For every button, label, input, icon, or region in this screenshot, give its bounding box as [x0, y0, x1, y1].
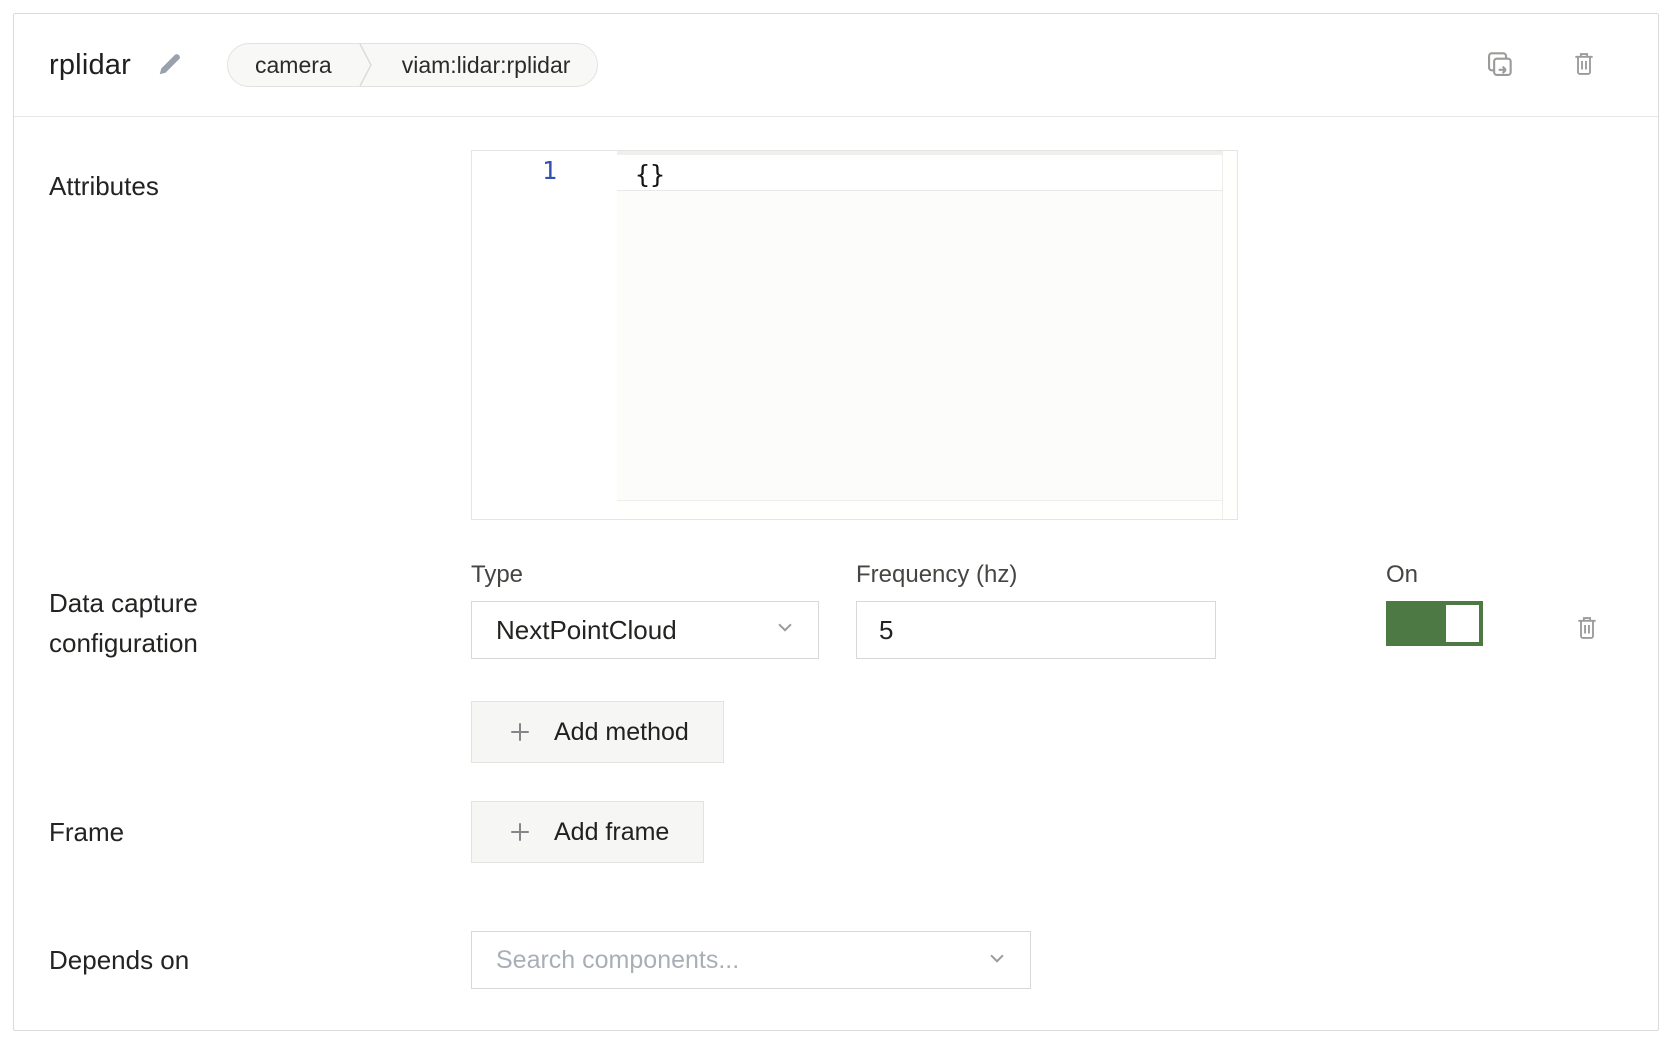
attributes-json-editor[interactable]: 1 {}	[471, 150, 1238, 520]
frame-row: Frame Add frame	[49, 801, 1623, 863]
capture-toggle-group: On	[1386, 563, 1483, 646]
capture-frequency-group: Frequency (hz)	[856, 563, 1216, 659]
delete-component-button[interactable]	[1570, 49, 1598, 82]
capture-frequency-label: Frequency (hz)	[856, 563, 1216, 587]
duplicate-button[interactable]	[1484, 48, 1516, 83]
data-capture-content: Type NextPointCloud Frequency (hz)	[471, 563, 1623, 763]
pencil-icon	[155, 49, 185, 82]
delete-capture-method-button[interactable]	[1573, 613, 1601, 646]
chip-model: viam:lidar:rplidar	[375, 44, 598, 86]
editor-code-area[interactable]: {}	[617, 151, 1237, 519]
add-method-button[interactable]: Add method	[471, 701, 724, 763]
duplicate-icon	[1484, 48, 1516, 83]
chip-subtype: camera	[228, 44, 359, 86]
data-capture-label: Data capture configuration	[49, 583, 309, 663]
plus-icon	[506, 818, 534, 846]
editor-line-number-gutter: 1	[472, 151, 617, 519]
chevron-down-icon	[984, 945, 1010, 976]
depends-on-row: Depends on	[49, 931, 1623, 989]
header-actions	[1484, 48, 1598, 83]
trash-icon	[1573, 613, 1601, 646]
add-frame-button[interactable]: Add frame	[471, 801, 704, 863]
capture-type-label: Type	[471, 563, 819, 587]
component-title: rplidar	[49, 49, 131, 82]
add-method-label: Add method	[554, 718, 689, 747]
data-capture-method-row: Type NextPointCloud Frequency (hz)	[471, 563, 1623, 659]
depends-on-label: Depends on	[49, 940, 471, 980]
data-capture-row: Data capture configuration Type NextPoin…	[49, 563, 1623, 763]
depends-on-select[interactable]	[471, 931, 1031, 989]
line-number: 1	[472, 151, 557, 191]
editor-vertical-scrollbar[interactable]	[1222, 151, 1237, 519]
chevron-separator-icon	[359, 43, 375, 87]
component-type-chip: camera viam:lidar:rplidar	[227, 43, 598, 87]
rename-button[interactable]	[155, 49, 185, 82]
capture-type-value: NextPointCloud	[496, 615, 677, 646]
attributes-label: Attributes	[49, 166, 471, 206]
trash-icon	[1570, 49, 1598, 82]
capture-frequency-input[interactable]	[856, 601, 1216, 659]
capture-type-select[interactable]: NextPointCloud	[471, 601, 819, 659]
search-components-input[interactable]	[472, 932, 984, 988]
component-header: rplidar camera viam:lidar:rplidar	[14, 14, 1658, 117]
add-frame-label: Add frame	[554, 818, 669, 847]
component-body: Attributes 1 {} Data capture configurati…	[14, 117, 1658, 1027]
component-card: rplidar camera viam:lidar:rplidar	[13, 13, 1659, 1031]
editor-active-line[interactable]: {}	[617, 151, 1237, 191]
capture-type-group: Type NextPointCloud	[471, 563, 819, 659]
frame-content: Add frame	[471, 801, 1623, 863]
plus-icon	[506, 718, 534, 746]
editor-horizontal-scrollbar[interactable]	[617, 500, 1237, 519]
frame-label: Frame	[49, 812, 471, 852]
chevron-down-icon	[772, 614, 798, 647]
attributes-row: Attributes 1 {}	[49, 150, 1623, 520]
depends-on-content	[471, 931, 1623, 989]
toggle-knob	[1446, 605, 1479, 642]
capture-toggle-label: On	[1386, 563, 1483, 587]
data-capture-toggle[interactable]	[1386, 601, 1483, 646]
